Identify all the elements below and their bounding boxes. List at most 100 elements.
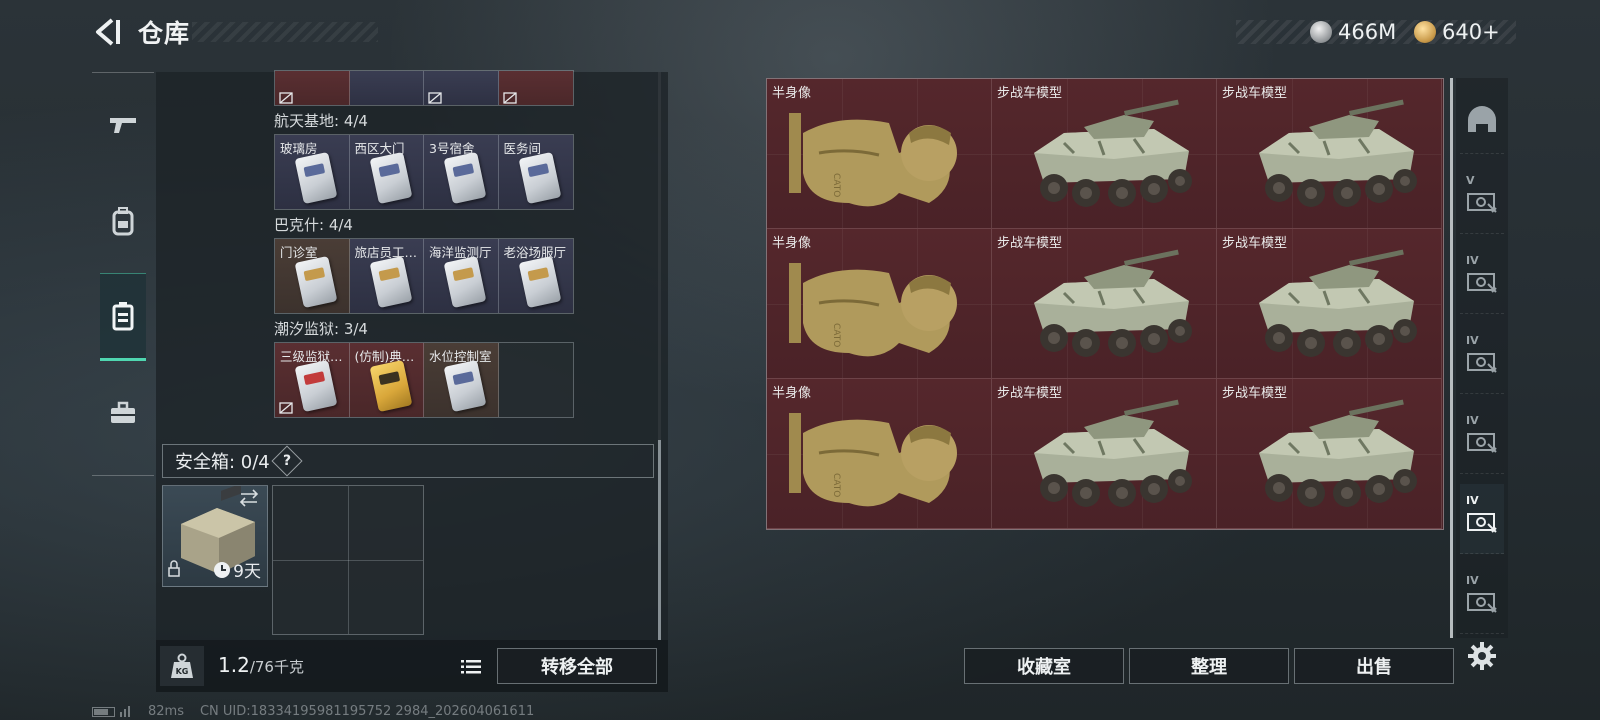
item-bust[interactable]: CATO 半身像 (767, 379, 992, 529)
sell-button[interactable]: 出售 (1294, 648, 1454, 684)
key-slot[interactable]: 玻璃房 (275, 135, 350, 209)
safebox-item[interactable]: 9天 (162, 485, 268, 587)
back-button[interactable] (92, 16, 124, 48)
filter-item[interactable]: IV (1460, 564, 1504, 634)
key-slot[interactable] (275, 71, 350, 105)
transfer-all-button[interactable]: 转移全部 (497, 648, 657, 684)
safebox-slots[interactable] (272, 485, 424, 635)
ifv-model-icon (1259, 249, 1417, 357)
help-button[interactable]: ? (271, 445, 303, 477)
filter-item[interactable]: IV (1460, 324, 1504, 394)
clock-icon (214, 561, 231, 578)
no-trade-icon (279, 402, 293, 414)
gold-currency[interactable]: 640+ (1414, 20, 1500, 44)
key-row-tidal-prison: 三级监狱… (仿制)典… 水位控制室 (274, 342, 574, 418)
item-ifv-model[interactable]: 步战车模型 (1217, 379, 1442, 529)
ifv-model-icon (1259, 399, 1417, 507)
item-bust[interactable]: CATO 半身像 (767, 229, 992, 379)
item-ifv-model[interactable]: 步战车模型 (1217, 229, 1442, 379)
key-slot[interactable]: 老浴场服厅 (498, 239, 573, 313)
gold-coin-icon (1414, 21, 1436, 43)
battery-signal-icon (92, 705, 130, 717)
key-slot[interactable]: 旅店员工… (349, 239, 424, 313)
keycard-icon (369, 151, 412, 205)
item-label: 步战车模型 (1222, 386, 1288, 401)
kg-weight-icon: KG (171, 653, 193, 678)
key-slot[interactable]: 门诊室 (275, 239, 350, 313)
filter-item[interactable]: IV (1460, 404, 1504, 474)
item-ifv-model[interactable]: 步战车模型 (992, 229, 1217, 379)
group-label-tidal-prison: 潮汐监狱: 3/4 (274, 320, 368, 338)
list-view-button[interactable] (454, 652, 488, 682)
nav-weapons[interactable] (100, 81, 146, 169)
weight-icon-box: KG (160, 646, 204, 686)
keycard-icon (294, 151, 338, 205)
key-slot[interactable] (349, 71, 424, 105)
weight-current: 1.2 (218, 653, 250, 677)
group-label-aerospace: 航天基地: 4/4 (274, 112, 368, 130)
keycard-icon (443, 359, 487, 413)
keycard-icon (369, 255, 412, 309)
key-slot[interactable]: 医务间 (498, 135, 573, 209)
item-label: 步战车模型 (997, 386, 1063, 401)
svg-text:CATO: CATO (831, 173, 841, 197)
status-line: 82ms CN UID:18334195981195752 2984_20260… (92, 704, 534, 719)
item-label: 步战车模型 (1222, 86, 1288, 101)
collection-room-button[interactable]: 收藏室 (964, 648, 1124, 684)
item-label: 半身像 (772, 236, 812, 251)
gold-currency-value: 640+ (1442, 20, 1500, 44)
svg-text:KG: KG (176, 667, 189, 676)
key-slot[interactable]: 3号宿舍 (424, 135, 499, 209)
key-slot[interactable]: 海洋监测厅 (424, 239, 499, 313)
key-slot[interactable]: 三级监狱… (275, 343, 350, 417)
nav-key-case[interactable] (100, 273, 146, 361)
no-trade-icon (279, 92, 293, 104)
page-title: 仓库 (138, 19, 191, 48)
ifv-model-icon (1034, 399, 1192, 507)
backpack-icon (112, 207, 134, 236)
settings-button[interactable] (1462, 636, 1502, 676)
item-label: 步战车模型 (1222, 236, 1288, 251)
ifv-model-icon (1034, 99, 1192, 207)
grid-scrollbar[interactable] (1450, 78, 1453, 638)
back-arrow-icon (96, 18, 120, 46)
storage-scrollbar[interactable] (658, 440, 661, 640)
weight-max: /76千克 (249, 658, 304, 676)
filter-item[interactable] (1460, 84, 1504, 154)
key-slot[interactable]: (仿制)典… (349, 343, 424, 417)
item-label: 步战车模型 (997, 86, 1063, 101)
silver-currency-value: 466M (1338, 20, 1397, 44)
item-bust[interactable]: CATO 半身像 (767, 79, 992, 229)
bust-statue-icon: CATO (789, 113, 957, 207)
organize-button[interactable]: 整理 (1129, 648, 1289, 684)
filter-item[interactable]: V (1460, 164, 1504, 234)
key-slot[interactable]: 水位控制室 (424, 343, 499, 417)
key-row-partial (274, 70, 574, 106)
keycard-icon (443, 255, 487, 309)
key-slot-empty[interactable] (498, 343, 573, 417)
item-ifv-model[interactable]: 步战车模型 (992, 79, 1217, 229)
collectibles-grid: CATO 半身像 步战车模型 步战车模型 CATO 半身像 步战车模型 步战车模型 CATO 半身… (766, 78, 1444, 530)
tier-label: IV (1466, 574, 1479, 587)
item-ifv-model[interactable]: 步战车模型 (1217, 79, 1442, 229)
tier-label: IV (1466, 494, 1479, 507)
safebox-days-text: 9天 (233, 562, 261, 582)
list-icon (461, 660, 481, 674)
keycard-icon (369, 359, 412, 413)
nav-toolbox[interactable] (100, 369, 146, 457)
filter-item[interactable]: IV (1460, 484, 1504, 554)
ifv-model-icon (1259, 99, 1417, 207)
key-slot[interactable] (498, 71, 573, 105)
gun-icon (110, 118, 136, 133)
key-row-aerospace: 玻璃房 西区大门 3号宿舍 医务间 (274, 134, 574, 210)
key-slot[interactable] (424, 71, 499, 105)
svg-text:CATO: CATO (831, 473, 841, 497)
item-ifv-model[interactable]: 步战车模型 (992, 379, 1217, 529)
filter-item[interactable]: IV (1460, 244, 1504, 314)
keycard-icon (518, 255, 561, 309)
nav-backpack[interactable] (100, 177, 146, 265)
silver-coin-icon (1310, 21, 1332, 43)
item-label: 半身像 (772, 386, 812, 401)
key-slot[interactable]: 西区大门 (349, 135, 424, 209)
item-label: 半身像 (772, 86, 812, 101)
